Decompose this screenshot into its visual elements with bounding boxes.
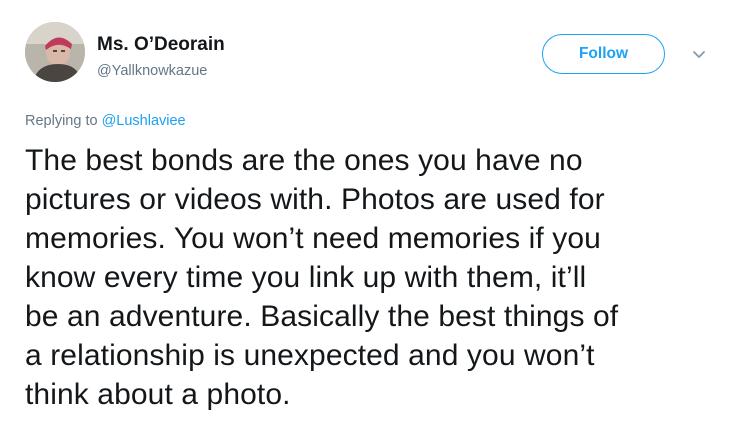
tweet-text: The best bonds are the ones you have no …: [25, 141, 715, 414]
author-display-name[interactable]: Ms. O’Deorain: [97, 34, 225, 56]
replying-to: Replying to @Lushlaviee: [25, 113, 186, 129]
reply-mention-link[interactable]: @Lushlaviee: [102, 113, 186, 129]
author-handle[interactable]: @Yallknowkazue: [97, 63, 207, 79]
tweet-text-line: be an adventure. Basically the best thin…: [25, 300, 619, 333]
chevron-down-icon[interactable]: [690, 48, 708, 62]
tweet-text-line: The best bonds are the ones you have no: [25, 144, 583, 177]
avatar[interactable]: [25, 22, 85, 82]
tweet-card: Ms. O’Deorain @Yallknowkazue Follow Repl…: [0, 0, 732, 434]
tweet-text-line: pictures or videos with. Photos are used…: [25, 183, 605, 216]
tweet-text-line: memories. You won’t need memories if you: [25, 222, 601, 255]
avatar-image: [25, 22, 85, 82]
follow-button[interactable]: Follow: [542, 34, 665, 74]
tweet-text-line: think about a photo.: [25, 378, 291, 411]
replying-to-label: Replying to: [25, 113, 98, 129]
tweet-text-line: know every time you link up with them, i…: [25, 261, 587, 294]
tweet-text-line: a relationship is unexpected and you won…: [25, 339, 595, 372]
